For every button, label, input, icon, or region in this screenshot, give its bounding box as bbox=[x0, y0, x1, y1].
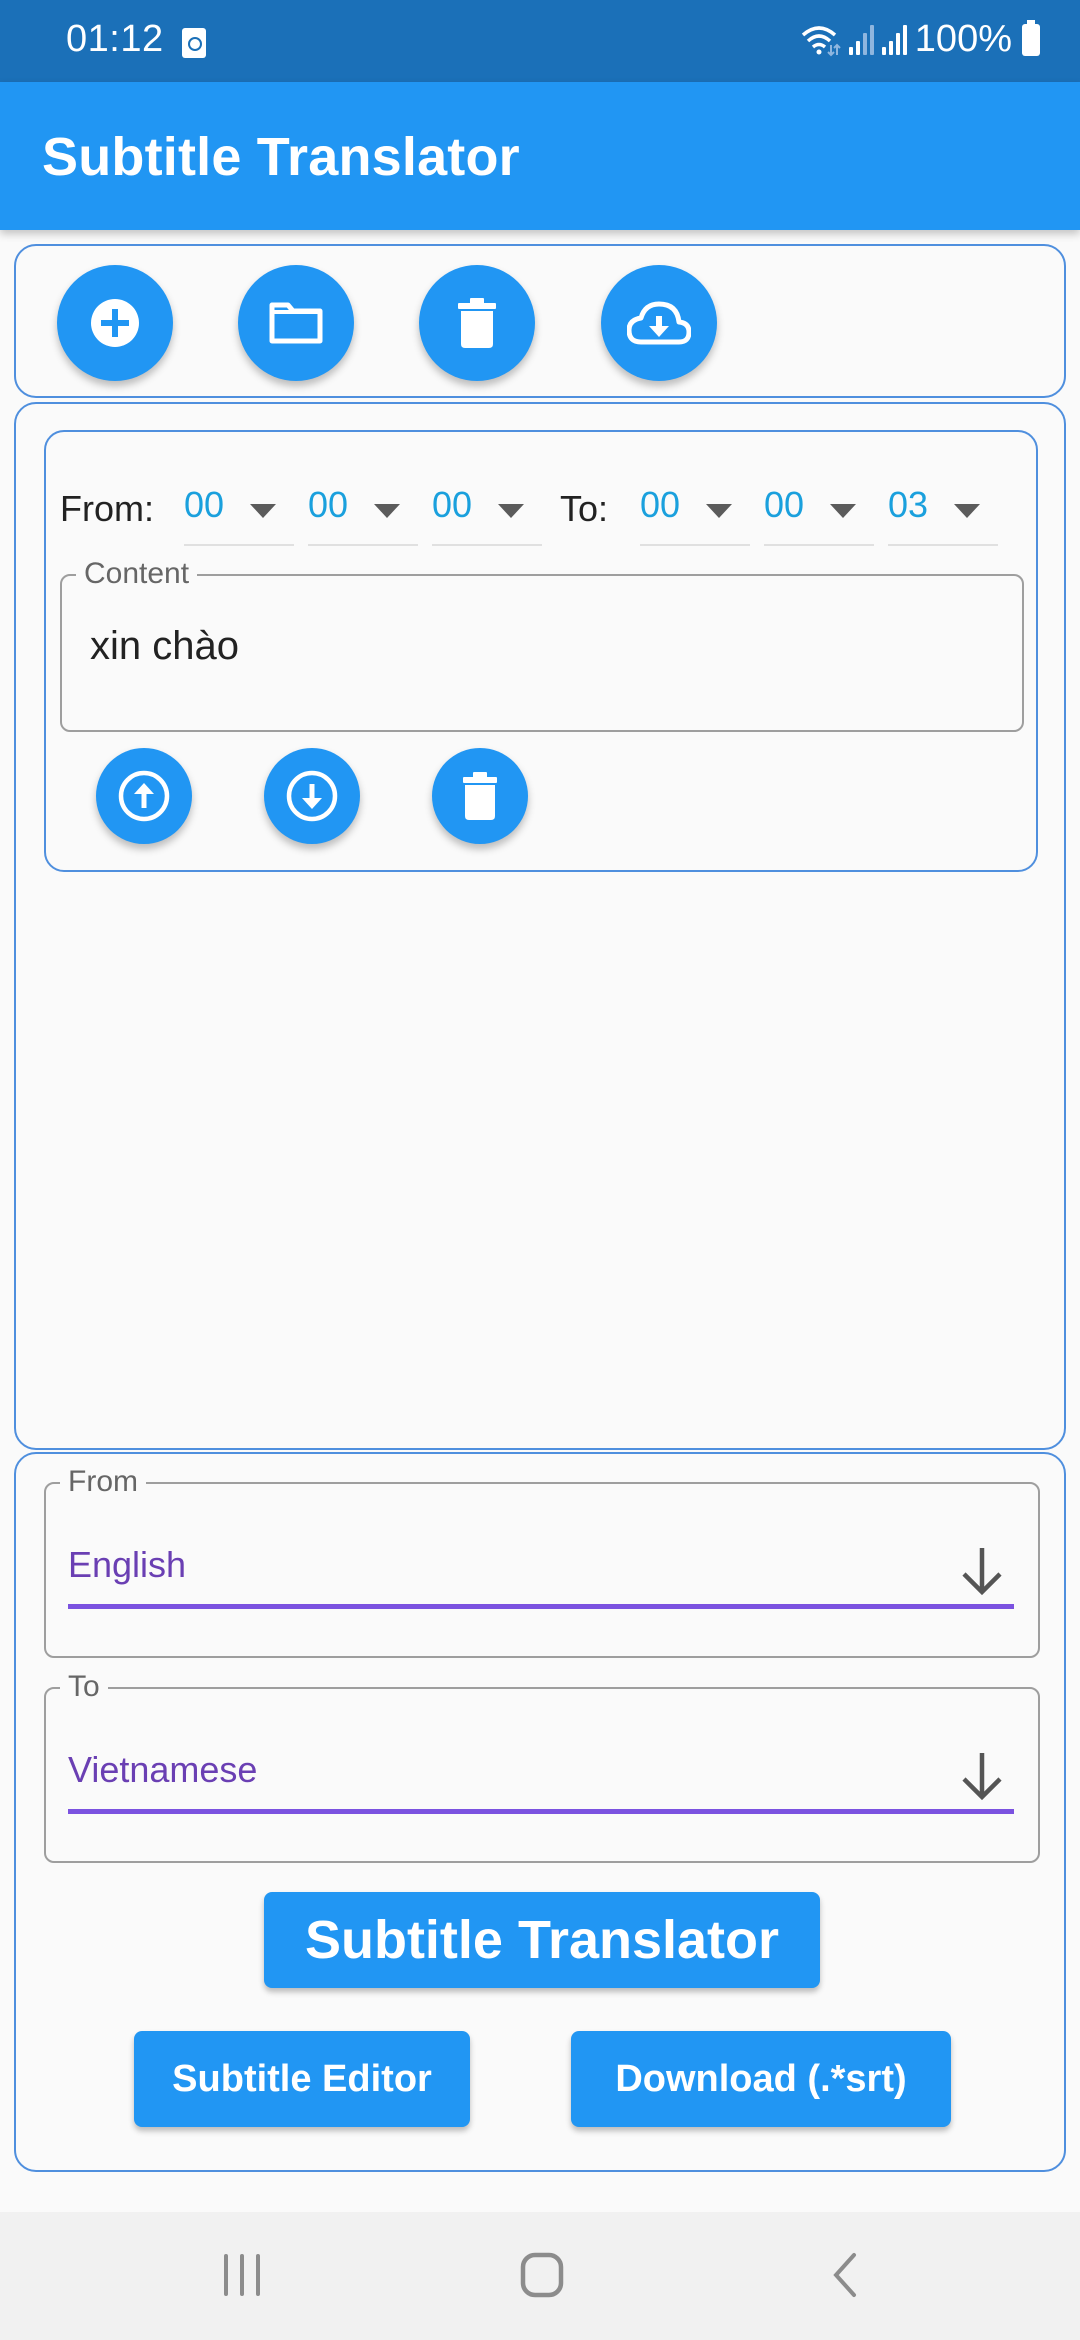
trash-icon bbox=[463, 772, 497, 820]
subtitle-editor-button[interactable]: Subtitle Editor bbox=[134, 2031, 470, 2127]
add-subtitle-button[interactable] bbox=[57, 265, 173, 381]
from-language-dropdown[interactable]: From English bbox=[44, 1462, 1040, 1658]
wifi-icon bbox=[801, 25, 841, 56]
battery-percentage: 100% bbox=[914, 18, 1012, 60]
to-time-label: To: bbox=[560, 488, 609, 529]
system-nav-bar bbox=[0, 2212, 1080, 2340]
move-down-button[interactable] bbox=[264, 748, 360, 844]
from-time-label: From: bbox=[60, 488, 154, 529]
status-bar: 01:12 100% bbox=[0, 0, 1080, 82]
arrow-down-circle-icon bbox=[286, 770, 338, 822]
content-field[interactable]: Content xin chào bbox=[60, 554, 1024, 732]
from-hours-dropdown[interactable]: 00 bbox=[184, 484, 294, 546]
content-input[interactable]: xin chào bbox=[90, 624, 239, 669]
to-language-dropdown[interactable]: To Vietnamese bbox=[44, 1667, 1040, 1863]
to-language-value: Vietnamese bbox=[68, 1749, 258, 1790]
caret-down-icon bbox=[954, 504, 980, 518]
from-hours-value: 00 bbox=[184, 484, 225, 525]
caret-down-icon bbox=[374, 504, 400, 518]
open-folder-button[interactable] bbox=[238, 265, 354, 381]
delete-entry-button[interactable] bbox=[432, 748, 528, 844]
signal-icon-1 bbox=[848, 24, 874, 55]
to-minutes-dropdown[interactable]: 00 bbox=[764, 484, 874, 546]
from-language-label: From bbox=[60, 1462, 146, 1502]
to-language-underline bbox=[68, 1809, 1014, 1814]
folder-icon bbox=[269, 302, 323, 344]
status-indicators: 100% bbox=[801, 18, 1040, 61]
app-title: Subtitle Translator bbox=[42, 127, 520, 187]
toolbar-panel bbox=[14, 244, 1066, 398]
content-label: Content bbox=[76, 554, 198, 594]
caret-down-icon bbox=[830, 504, 856, 518]
arrow-up-circle-icon bbox=[118, 770, 170, 822]
from-minutes-dropdown[interactable]: 00 bbox=[308, 484, 418, 546]
app-bar: Subtitle Translator bbox=[0, 82, 1080, 230]
subtitle-list-panel: From: 00 00 00 To: 00 00 03 Content xin … bbox=[14, 402, 1066, 1450]
battery-icon bbox=[1022, 19, 1040, 56]
cloud-download-icon bbox=[627, 301, 691, 345]
add-circle-icon bbox=[91, 299, 139, 347]
move-up-button[interactable] bbox=[96, 748, 192, 844]
trash-icon bbox=[458, 298, 496, 348]
to-language-label: To bbox=[60, 1667, 108, 1707]
caret-down-icon bbox=[250, 504, 276, 518]
from-seconds-value: 00 bbox=[432, 484, 473, 525]
back-icon[interactable] bbox=[830, 2252, 860, 2298]
subtitle-entry-card: From: 00 00 00 To: 00 00 03 Content xin … bbox=[44, 430, 1038, 872]
download-srt-button[interactable]: Download (.*srt) bbox=[571, 2031, 951, 2127]
status-time: 01:12 bbox=[66, 18, 164, 60]
translate-button[interactable]: Subtitle Translator bbox=[264, 1892, 820, 1988]
arrow-down-icon bbox=[962, 1753, 1002, 1801]
home-icon[interactable] bbox=[520, 2252, 564, 2298]
from-language-value: English bbox=[68, 1544, 187, 1585]
from-language-underline bbox=[68, 1604, 1014, 1609]
to-seconds-dropdown[interactable]: 03 bbox=[888, 484, 998, 546]
delete-all-button[interactable] bbox=[419, 265, 535, 381]
to-seconds-value: 03 bbox=[888, 484, 929, 525]
recent-apps-icon[interactable] bbox=[222, 2254, 262, 2296]
to-hours-value: 00 bbox=[640, 484, 681, 525]
to-minutes-value: 00 bbox=[764, 484, 805, 525]
signal-icon-2 bbox=[881, 24, 907, 55]
arrow-down-icon bbox=[962, 1548, 1002, 1596]
translator-panel: From English To Vietnamese Subtitle Tran… bbox=[14, 1452, 1066, 2172]
cloud-download-button[interactable] bbox=[601, 265, 717, 381]
from-minutes-value: 00 bbox=[308, 484, 349, 525]
from-seconds-dropdown[interactable]: 00 bbox=[432, 484, 542, 546]
to-hours-dropdown[interactable]: 00 bbox=[640, 484, 750, 546]
caret-down-icon bbox=[706, 504, 732, 518]
notification-app-icon bbox=[182, 28, 206, 58]
caret-down-icon bbox=[498, 504, 524, 518]
